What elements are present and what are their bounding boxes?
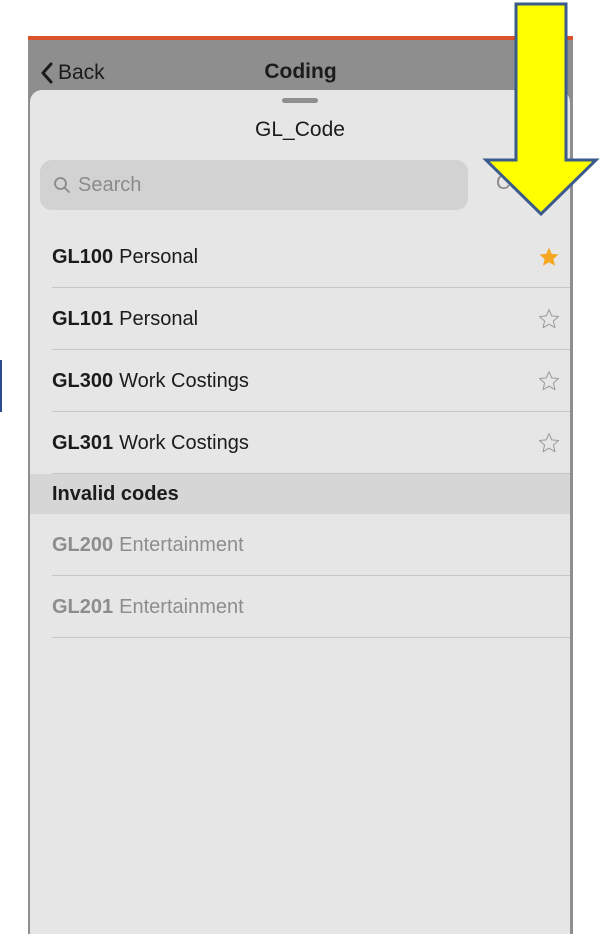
down-arrow-icon: [482, 2, 600, 217]
